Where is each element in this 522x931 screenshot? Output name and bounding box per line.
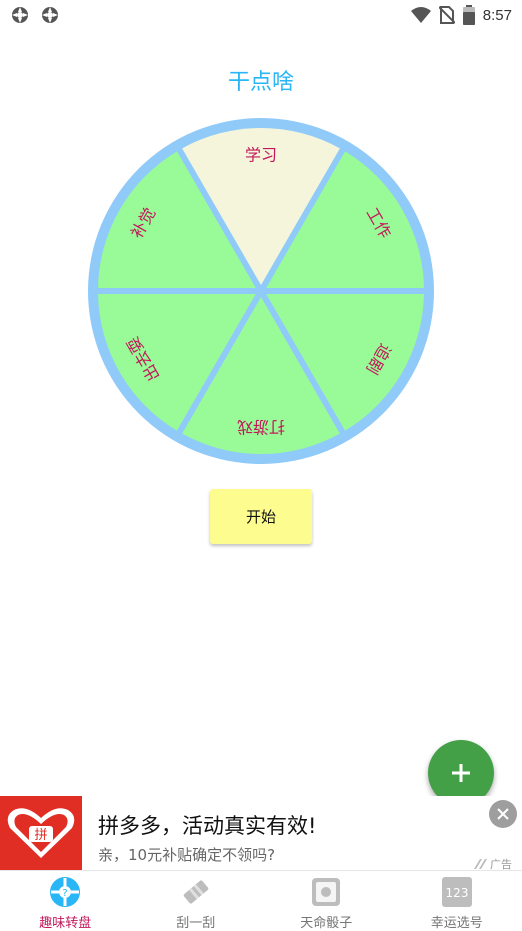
wheel-segment-label: 学习 xyxy=(245,146,277,165)
start-button[interactable]: 开始 xyxy=(210,489,312,544)
svg-text:123: 123 xyxy=(445,886,468,900)
nav-label: 趣味转盘 xyxy=(39,912,91,931)
clock: 8:57 xyxy=(483,7,512,24)
plus-icon xyxy=(452,764,470,782)
wheel-icon: ? xyxy=(49,876,81,908)
wifi-icon xyxy=(411,6,431,24)
page-title: 干点啥 xyxy=(0,64,522,96)
pinduoduo-logo: 拼 xyxy=(0,796,82,870)
spin-wheel[interactable]: 学习工作追剧打游戏出去耍补觉 xyxy=(88,118,434,464)
nav-item-dice[interactable]: 天命骰子 xyxy=(261,871,392,929)
nav-label: 天命骰子 xyxy=(300,912,352,931)
close-icon xyxy=(496,807,510,821)
scratch-icon xyxy=(180,876,212,908)
nav-label: 幸运选号 xyxy=(431,912,483,931)
status-bar: 8:57 xyxy=(0,0,522,30)
nav-item-wheel[interactable]: ? 趣味转盘 xyxy=(0,871,131,929)
ad-logo-text: 拼 xyxy=(34,828,47,843)
nav-label: 刮一刮 xyxy=(176,912,215,931)
nav-item-number[interactable]: 123 幸运选号 xyxy=(392,871,522,929)
wheel-segment-label: 打游戏 xyxy=(237,418,285,437)
bottom-nav: ? 趣味转盘 刮一刮 天命骰子 xyxy=(0,870,522,929)
nav-item-scratch[interactable]: 刮一刮 xyxy=(131,871,262,929)
ad-subtitle: 亲，10元补贴确定不领吗? xyxy=(98,844,275,865)
no-sim-icon xyxy=(439,6,455,24)
battery-icon xyxy=(463,5,475,25)
ad-title: 拼多多，活动真实有效! xyxy=(98,810,316,840)
ad-mark-icon xyxy=(474,859,488,869)
ad-banner[interactable]: 拼 拼多多，活动真实有效! 亲，10元补贴确定不领吗? 广告 xyxy=(0,796,522,870)
app-notification-icon xyxy=(10,5,30,25)
dice-icon xyxy=(310,876,342,908)
number-icon: 123 xyxy=(441,876,473,908)
svg-text:?: ? xyxy=(63,888,68,899)
ad-close-button[interactable] xyxy=(489,800,517,828)
app-notification-icon xyxy=(40,5,60,25)
